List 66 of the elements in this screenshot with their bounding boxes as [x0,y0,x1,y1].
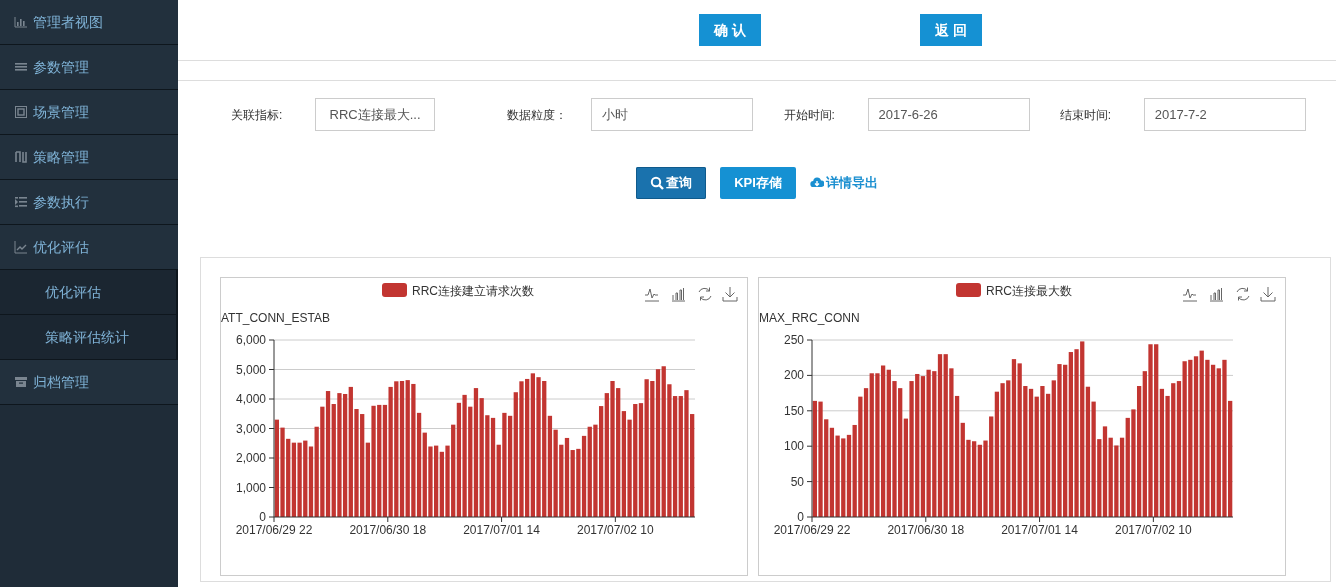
axis-label: 2017/07/01 14 [463,523,540,537]
axis-label: 2017/07/02 10 [577,523,654,537]
field-label: 结束时间: [1059,106,1113,124]
axis-label: 2017/06/29 22 [773,523,851,537]
axis-label: 100 [783,439,804,454]
axis-label: 5,000 [235,362,266,377]
sidebar-subitem[interactable]: 策略评估统计 [0,315,178,360]
axis-label: 2,000 [235,451,266,465]
sidebar-item[interactable]: 参数执行 [0,180,178,225]
axis-label: 50 [790,474,804,489]
search-icon [650,176,665,190]
axis-title: ATT_CONN_ESTAB [221,311,330,325]
bar-chart-icon [14,15,28,29]
axis-label: 150 [783,403,804,418]
cloud-download-icon [809,176,824,190]
axis-label: 0 [259,510,266,524]
axis-label: 2017/07/02 10 [1115,523,1192,537]
save-button[interactable]: KPI存储 [720,167,796,199]
chart-legend[interactable]: RRC连接建立请求次数 [382,283,534,298]
axis-label: 2017/06/30 18 [349,523,427,537]
axis-label: 4,000 [235,392,266,406]
axis-label: 3,000 [235,421,266,436]
input-field[interactable]: 小时 [591,98,754,131]
confirm-button[interactable]: 确 认 [699,14,761,46]
download-icon[interactable] [1260,286,1276,302]
legend-label: RRC连接最大数 [986,284,1072,298]
axis-label: 250 [783,333,804,347]
field-label: 关联指标: [231,106,284,124]
axis-label: 2017/07/01 14 [1001,523,1078,537]
line-chart-icon [14,240,28,254]
field-label: 开始时间: [783,106,836,124]
chart-legend[interactable]: RRC连接最大数 [956,283,1072,298]
axis-label: 200 [783,368,804,383]
axis-label: 6,000 [235,333,266,347]
strategy-icon [14,150,28,164]
sidebar-item[interactable]: 优化评估 [0,225,178,270]
field-label: 数据粒度： [507,106,569,124]
axis-label: 2017/06/30 18 [887,523,965,537]
sidebar-item[interactable]: 管理者视图 [0,0,178,45]
sidebar-item[interactable]: 参数管理 [0,45,178,90]
axis-label: 1,000 [235,480,266,495]
axis-label: 2017/06/29 22 [235,523,313,537]
archive-icon [14,375,28,389]
bar-chart-icon[interactable] [671,287,686,302]
sidebar-item[interactable]: 策略管理 [0,135,178,180]
list-icon [14,60,28,74]
sidebar-subitem[interactable]: 优化评估 [0,270,178,315]
indent-icon [14,195,28,209]
legend-label: RRC连接建立请求次数 [412,284,534,298]
export-link[interactable]: 详情导出 [809,173,878,193]
line-chart-icon[interactable] [644,288,660,302]
select-field[interactable]: RRC连接最大... [315,98,435,131]
sidebar-item[interactable]: 场景管理 [0,90,178,135]
input-field[interactable]: 2017-7-2 [1143,98,1306,131]
refresh-icon[interactable] [698,287,712,301]
download-icon[interactable] [722,286,738,302]
line-chart-icon[interactable] [1182,288,1198,302]
axis-title: MAX_RRC_CONN [759,311,860,325]
frame-icon [14,105,28,119]
refresh-icon[interactable] [1236,287,1250,301]
input-field[interactable]: 2017-6-26 [867,98,1030,131]
axis-label: 0 [797,510,804,524]
sidebar-item[interactable]: 归档管理 [0,360,178,405]
search-button[interactable]: 查询 [636,167,707,199]
back-button[interactable]: 返 回 [920,14,982,46]
bar-chart-icon[interactable] [1209,287,1224,302]
